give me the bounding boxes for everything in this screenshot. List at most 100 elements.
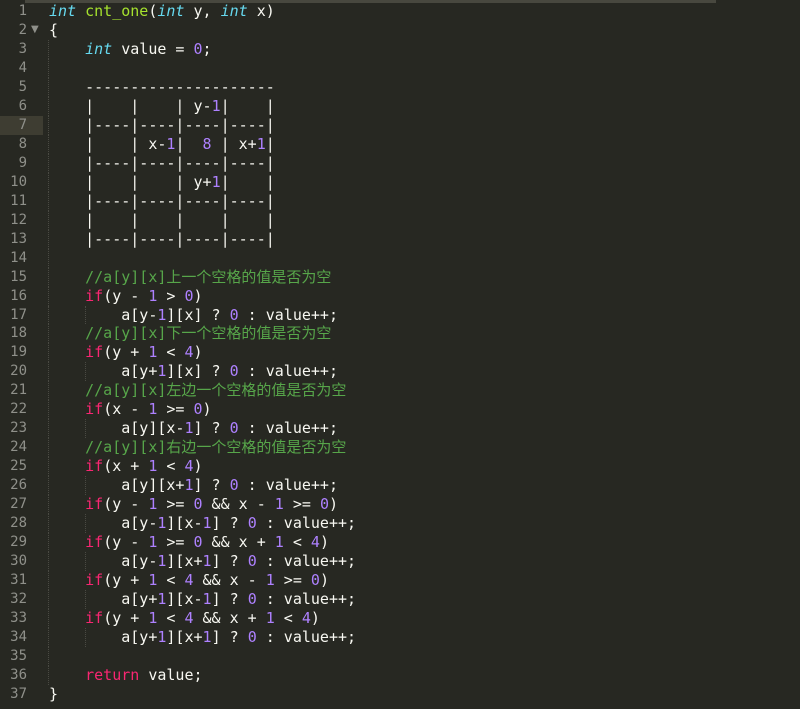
line-number: 12 (10, 211, 27, 228)
line-number: 5 (18, 78, 27, 95)
indent-guide (48, 646, 49, 666)
type-token: int (49, 2, 77, 20)
code-text: | | | y+1| | (49, 173, 275, 192)
code-line[interactable]: 27 if(y - 1 >= 0 && x - 1 >= 0) (0, 495, 800, 515)
code-line[interactable]: 6 | | | y-1| | (0, 96, 800, 116)
text-token: value = (112, 39, 194, 58)
code-line[interactable]: 24 //a[y][x]右边一个空格的值是否为空 (0, 438, 800, 458)
code-line[interactable]: 32 a[y+1][x-1] ? 0 : value++; (0, 590, 800, 609)
code-line[interactable]: 11 |----|----|----|----| (0, 191, 800, 211)
code-line[interactable]: 2 ▼ { (0, 21, 800, 40)
code-line[interactable]: 7 |----|----|----|----| (0, 115, 800, 135)
text-token: : value++; (238, 305, 338, 324)
line-number: 28 (10, 515, 27, 532)
code-line[interactable]: 18 //a[y][x]下一个空格的值是否为空 (0, 324, 800, 344)
text-token: >= (157, 400, 194, 419)
code-editor[interactable]: 1 int cnt_one(int y, int x) 2 ▼ {3 int value… (0, 2, 800, 704)
code-line[interactable]: 15 //a[y][x]上一个空格的值是否为空 (0, 267, 800, 287)
number-token: 4 (301, 609, 311, 627)
text-token: y, (184, 2, 221, 20)
code-line[interactable]: 10 | | | y+1| | (0, 172, 800, 192)
number-token: 1 (211, 96, 221, 115)
text-token: >= (157, 533, 194, 552)
text-token: (y - (103, 533, 149, 552)
text-token: ) (328, 495, 338, 514)
code-line[interactable]: 20 a[y+1][x] ? 0 : value++; (0, 362, 800, 382)
code-line[interactable]: 25 if(x + 1 < 4) (0, 457, 800, 477)
keyword-token: return (85, 665, 140, 684)
line-number: 13 (10, 230, 27, 247)
text-token: && x - (202, 495, 275, 514)
code-text: a[y-1][x-1] ? 0 : value++; (49, 514, 356, 533)
text-token: |----|----|----|----| (49, 115, 275, 134)
code-line[interactable]: 21 //a[y][x]左边一个空格的值是否为空 (0, 381, 800, 401)
number-token: 1 (265, 609, 275, 627)
code-line[interactable]: 4 (0, 58, 800, 78)
code-text: --------------------- (49, 78, 275, 97)
code-line[interactable]: 12 | | | | | (0, 210, 800, 230)
text-token: && x + (202, 533, 275, 552)
triangle-down-icon[interactable]: ▼ (31, 21, 39, 40)
code-line[interactable]: 36 return value; (0, 665, 800, 685)
code-line[interactable]: 19 if(y + 1 < 4) (0, 343, 800, 363)
text-token: ][x- (166, 514, 203, 533)
code-text: if(y - 1 > 0) (49, 286, 202, 306)
code-line[interactable]: 28 a[y-1][x-1] ? 0 : value++; (0, 514, 800, 534)
code-line[interactable]: 30 a[y-1][x+1] ? 0 : value++; (0, 552, 800, 572)
comment-token: //a[y][x]上一个空格的值是否为空 (85, 267, 332, 286)
code-line[interactable]: 31 if(y + 1 < 4 && x - 1 >= 0) (0, 571, 800, 591)
code-line[interactable]: 33 if(y + 1 < 4 && x + 1 < 4) (0, 609, 800, 628)
line-number: 21 (10, 382, 27, 399)
text-token: | x+ (211, 134, 257, 153)
code-text: { (49, 21, 58, 40)
number-token: 0 (229, 362, 239, 381)
line-number: 36 (10, 666, 27, 683)
code-line[interactable]: 37} (0, 685, 800, 704)
code-line[interactable]: 8 | | x-1| 8 | x+1| (0, 134, 800, 154)
text-token: (y - (103, 286, 149, 305)
code-line[interactable]: 9 |----|----|----|----| (0, 153, 800, 173)
code-line[interactable]: 17 a[y-1][x] ? 0 : value++; (0, 305, 800, 325)
text-token: a[y+ (49, 590, 158, 609)
code-line[interactable]: 3 int value = 0; (0, 39, 800, 59)
code-text: |----|----|----|----| (49, 230, 275, 249)
line-number: 9 (18, 154, 27, 171)
function-name-token: cnt_one (85, 2, 149, 20)
code-line[interactable]: 23 a[y][x-1] ? 0 : value++; (0, 419, 800, 439)
code-line[interactable]: 22 if(x - 1 >= 0) (0, 400, 800, 420)
text-token: < (157, 609, 185, 627)
line-number: 2 (18, 21, 27, 38)
text-token: : value++; (238, 362, 338, 381)
text-token: a[y- (49, 305, 158, 324)
line-number: 11 (10, 192, 27, 209)
code-line[interactable]: 26 a[y][x+1] ? 0 : value++; (0, 476, 800, 496)
line-number: 33 (10, 610, 27, 626)
line-number: 4 (18, 59, 27, 76)
line-number: 24 (10, 439, 27, 456)
code-line[interactable]: 5 --------------------- (0, 77, 800, 97)
code-line[interactable]: 16 if(y - 1 > 0) (0, 286, 800, 306)
code-line[interactable]: 14 (0, 248, 800, 268)
comment-token: //a[y][x]下一个空格的值是否为空 (85, 324, 332, 343)
code-text: |----|----|----|----| (49, 192, 275, 211)
code-line[interactable]: 29 if(y - 1 >= 0 && x + 1 < 4) (0, 533, 800, 553)
text-token: (x + (103, 457, 149, 476)
line-number: 35 (10, 647, 27, 664)
code-line[interactable]: 35 (0, 646, 800, 666)
text-token: ) (193, 343, 203, 362)
text-token: | (265, 134, 275, 153)
text-token: < (157, 571, 185, 590)
code-text: if(x + 1 < 4) (49, 457, 202, 476)
code-line[interactable]: 34 a[y+1][x+1] ? 0 : value++; (0, 627, 800, 647)
line-number: 18 (10, 325, 27, 342)
text-token: --------------------- (49, 77, 275, 96)
code-line[interactable]: 1 int cnt_one(int y, int x) (0, 2, 800, 21)
code-line[interactable]: 13 |----|----|----|----| (0, 229, 800, 249)
text-token: && x + (193, 609, 266, 627)
text-token: > (157, 286, 185, 305)
code-text: | | | y-1| | (49, 97, 275, 116)
